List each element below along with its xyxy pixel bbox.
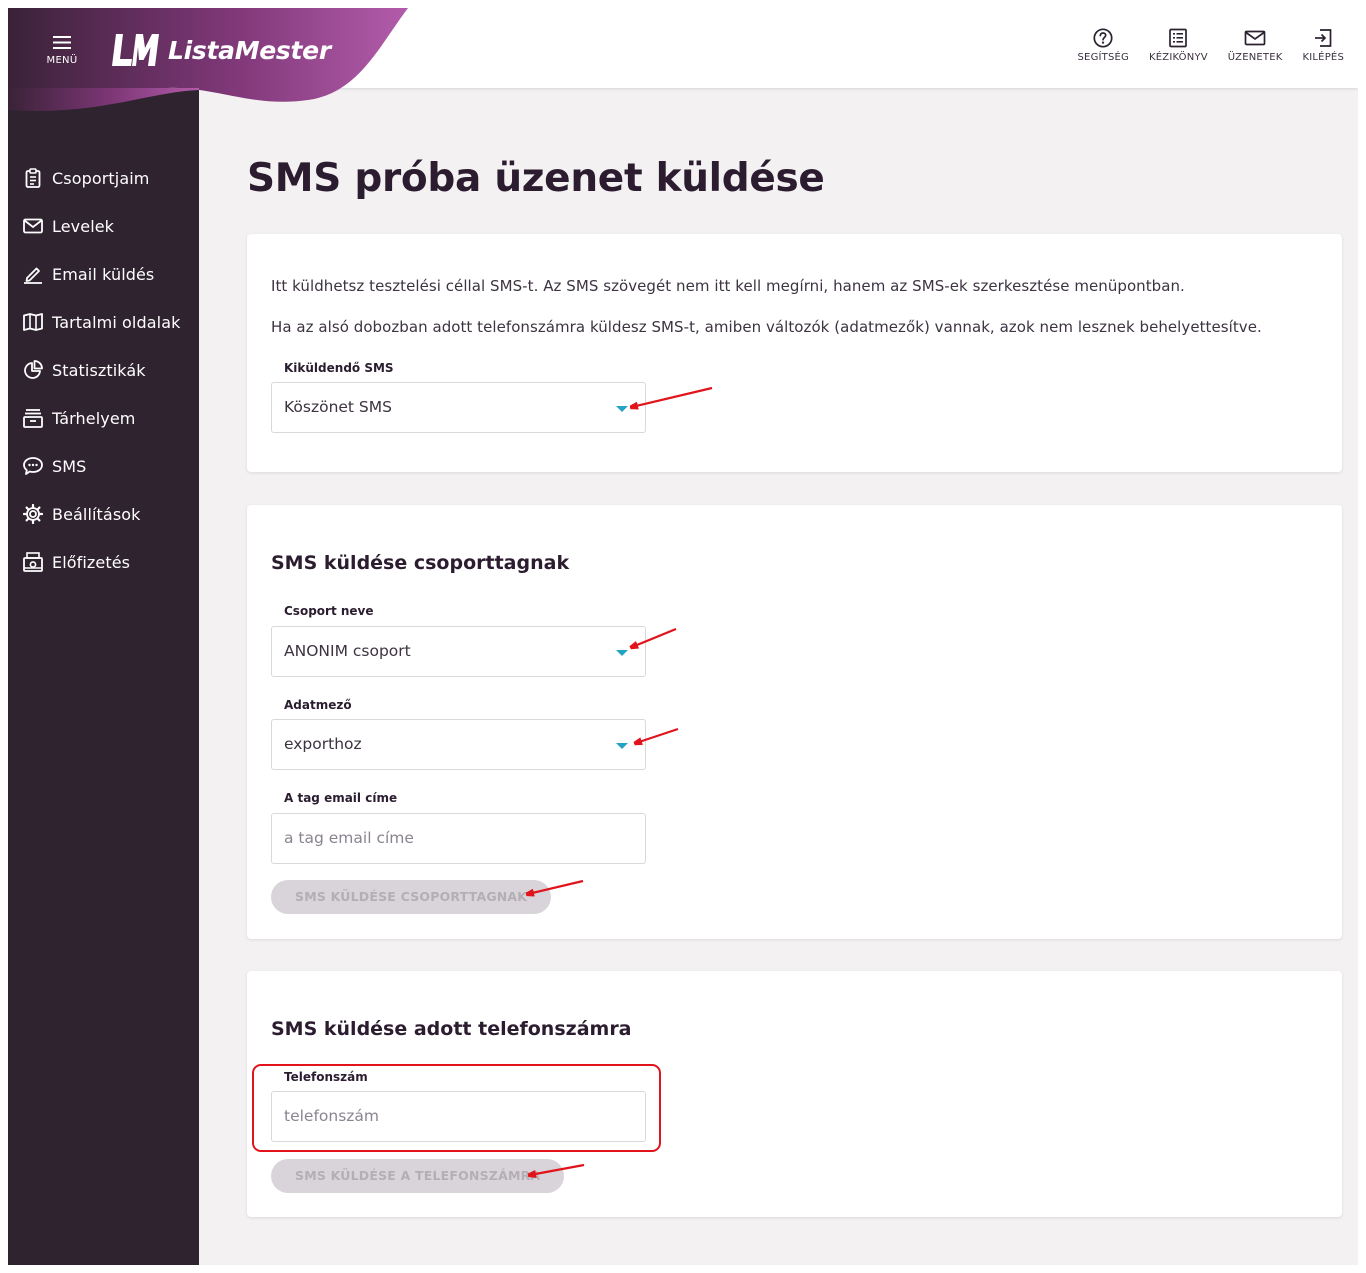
- sidebar-item-label: Statisztikák: [52, 360, 146, 380]
- help-circle-icon: [1093, 28, 1113, 48]
- phone-input[interactable]: telefonszám: [271, 1091, 646, 1142]
- group-select-label: Csoport neve: [284, 604, 374, 618]
- sidebar-item-statisztikak[interactable]: Statisztikák: [8, 346, 199, 394]
- gear-icon: [23, 504, 43, 524]
- sidebar-item-elofizetes[interactable]: Előfizetés: [8, 538, 199, 586]
- sidebar-item-label: Előfizetés: [52, 552, 131, 572]
- sidebar-item-label: Beállítások: [52, 504, 141, 524]
- member-email-placeholder: a tag email címe: [284, 829, 414, 847]
- hamburger-icon: [53, 36, 71, 49]
- sidebar-nav: Csoportjaim Levelek Email küldés Tartalm…: [8, 154, 199, 586]
- member-email-label: A tag email címe: [284, 791, 398, 805]
- topnav-label: KILÉPÉS: [1302, 52, 1344, 63]
- top-header: MENÜ ListaMester SEGÍTSÉG KÉZIKÖNYV ÜZEN…: [8, 8, 1358, 118]
- top-nav: SEGÍTSÉG KÉZIKÖNYV ÜZENETEK KILÉPÉS: [1058, 28, 1345, 63]
- sidebar-item-label: Csoportjaim: [52, 168, 150, 188]
- group-select[interactable]: ANONIM csoport: [271, 626, 646, 677]
- sidebar-item-label: SMS: [52, 456, 87, 476]
- page-title: SMS próba üzenet küldése: [247, 156, 825, 201]
- phone-number-card: SMS küldése adott telefonszámra Telefons…: [247, 971, 1342, 1217]
- manual-list-icon: [1169, 28, 1188, 48]
- sidebar-item-levelek[interactable]: Levelek: [8, 202, 199, 250]
- sms-select-label: Kiküldendő SMS: [284, 361, 394, 375]
- sidebar-item-tartalmi-oldalak[interactable]: Tartalmi oldalak: [8, 298, 199, 346]
- group-member-card: SMS küldése csoporttagnak Csoport neve A…: [247, 505, 1342, 939]
- sidebar-item-label: Tartalmi oldalak: [52, 312, 181, 332]
- topnav-label: KÉZIKÖNYV: [1149, 52, 1208, 63]
- phone-input-label: Telefonszám: [284, 1070, 368, 1084]
- pen-icon: [23, 264, 43, 284]
- topnav-label: SEGÍTSÉG: [1077, 52, 1129, 63]
- intro-text-2: Ha az alsó dobozban adott telefonszámra …: [271, 318, 1262, 336]
- dropdown-caret-icon: [616, 743, 628, 749]
- menu-label: MENÜ: [46, 55, 78, 66]
- cash-register-icon: [23, 552, 43, 572]
- app-frame: Csoportjaim Levelek Email küldés Tartalm…: [8, 8, 1358, 1265]
- sidebar-item-label: Levelek: [52, 216, 115, 236]
- archive-icon: [23, 408, 43, 428]
- sidebar-item-label: Tárhelyem: [52, 408, 136, 428]
- intro-text-1: Itt küldhetsz tesztelési céllal SMS-t. A…: [271, 277, 1185, 295]
- sidebar-item-email-kuldes[interactable]: Email küldés: [8, 250, 199, 298]
- sms-select-value: Köszönet SMS: [284, 398, 392, 416]
- datafield-select-label: Adatmező: [284, 698, 352, 712]
- topnav-logout[interactable]: KILÉPÉS: [1303, 28, 1345, 63]
- topnav-label: ÜZENETEK: [1227, 52, 1283, 63]
- datafield-select-value: exporthoz: [284, 735, 362, 753]
- group-select-value: ANONIM csoport: [284, 642, 411, 660]
- sidebar-item-csoportjaim[interactable]: Csoportjaim: [8, 154, 199, 202]
- chat-bubble-icon: [23, 456, 43, 476]
- send-to-phone-button[interactable]: SMS KÜLDÉSE A TELEFONSZÁMRA: [271, 1159, 565, 1193]
- mail-icon: [23, 216, 43, 236]
- clipboard-icon: [23, 168, 43, 188]
- topnav-manual[interactable]: KÉZIKÖNYV: [1149, 28, 1208, 63]
- topnav-help[interactable]: SEGÍTSÉG: [1078, 28, 1130, 63]
- brand-name: ListaMester: [168, 35, 331, 65]
- brand-logo[interactable]: ListaMester: [112, 32, 331, 68]
- phone-input-placeholder: telefonszám: [284, 1107, 380, 1125]
- sidebar-item-sms[interactable]: SMS: [8, 442, 199, 490]
- book-icon: [23, 312, 43, 332]
- sms-select[interactable]: Köszönet SMS: [271, 382, 646, 433]
- sidebar-item-tarhelyem[interactable]: Tárhelyem: [8, 394, 199, 442]
- send-to-member-button[interactable]: SMS KÜLDÉSE CSOPORTTAGNAK: [271, 880, 552, 914]
- sidebar-item-beallitasok[interactable]: Beállítások: [8, 490, 199, 538]
- sidebar: Csoportjaim Levelek Email küldés Tartalm…: [8, 88, 199, 1265]
- group-section-title: SMS küldése csoporttagnak: [271, 552, 570, 574]
- phone-section-title: SMS küldése adott telefonszámra: [271, 1018, 632, 1040]
- pie-chart-icon: [23, 360, 43, 380]
- member-email-input[interactable]: a tag email címe: [271, 813, 646, 864]
- sidebar-item-label: Email küldés: [52, 264, 155, 284]
- sms-select-card: Itt küldhetsz tesztelési céllal SMS-t. A…: [247, 234, 1342, 472]
- topnav-messages[interactable]: ÜZENETEK: [1228, 28, 1283, 63]
- listamester-logo-icon: [112, 34, 159, 66]
- menu-button[interactable]: MENÜ: [41, 34, 83, 66]
- envelope-icon: [1244, 30, 1266, 46]
- dropdown-caret-icon: [616, 650, 628, 656]
- datafield-select[interactable]: exporthoz: [271, 719, 646, 770]
- dropdown-caret-icon: [616, 406, 628, 412]
- logout-icon: [1315, 29, 1332, 47]
